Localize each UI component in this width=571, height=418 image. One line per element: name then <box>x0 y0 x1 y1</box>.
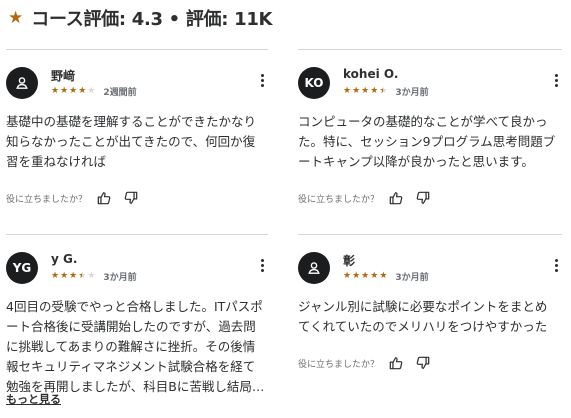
star-icon: ★ <box>69 86 78 96</box>
review-text-line: た。特に、セッション9プログラム思考問題ブ <box>298 134 556 149</box>
star-icon: ★ <box>51 86 60 96</box>
star-rating: ★ ★ ★ ★ ★ <box>51 87 95 96</box>
avatar: YG <box>6 252 38 284</box>
thumbs-up-icon[interactable] <box>387 354 405 372</box>
review-header: KO kohei O. ★ ★ ★ ★ ★ 3か月前 <box>298 67 562 107</box>
review-text: ジャンル別に試験に必要なポイントをまとめ てくれていたのでメリハリをつけやすかった <box>298 297 562 337</box>
star-icon: ★ <box>361 271 370 281</box>
divider <box>6 234 268 235</box>
review-date: 3か月前 <box>395 273 429 283</box>
review-date: 3か月前 <box>103 273 137 283</box>
review-card: 野﨑 ★ ★ ★ ★ ★ 2週間前 基礎中の基礎を理解することができたかなり 知らなかったことが… <box>6 67 268 207</box>
more-options-icon[interactable] <box>550 258 562 272</box>
review-card: 彰 ★ ★ ★ ★ ★ 3か月前 ジャンル別に試験に必要なポイントをまとめ てくれていたのでメリ… <box>298 252 562 372</box>
review-text: 4回目の受験でやっと合格しました。ITパスポ ート合格後に受講開始したのですが、過… <box>6 297 268 397</box>
rating-row: ★ ★ ★ ★ ★ 2週間前 <box>51 85 137 99</box>
review-text: コンピュータの基礎的なことが学べて良かっ た。特に、セッション9プログラム思考問題… <box>298 112 562 172</box>
divider <box>298 234 562 235</box>
show-more-link[interactable]: もっと見る <box>6 391 61 407</box>
star-icon: ★ <box>343 86 352 96</box>
review-date: 3か月前 <box>395 88 429 98</box>
star-icon: ★ <box>370 271 379 281</box>
star-icon: ★ <box>51 271 60 281</box>
star-icon: ★ <box>69 271 78 281</box>
helpful-row: 役に立ちましたか？ <box>298 189 562 207</box>
thumbs-down-icon[interactable] <box>414 354 432 372</box>
review-header: YG y G. ★ ★ ★ ★ ★ 3か月前 <box>6 252 268 292</box>
star-icon: ★ <box>60 271 69 281</box>
helpful-label: 役に立ちましたか？ <box>298 359 380 370</box>
review-card: YG y G. ★ ★ ★ ★ ★ 3か月前 4回目の受験でやっと合格しました。ITパスポ ート合… <box>6 252 268 397</box>
divider <box>298 49 562 50</box>
review-date: 2週間前 <box>103 88 137 98</box>
star-icon: ★ <box>60 86 69 96</box>
star-icon: ★ <box>370 86 379 96</box>
avatar <box>6 67 38 99</box>
star-rating: ★ ★ ★ ★ ★ <box>343 87 387 96</box>
helpful-row: 役に立ちましたか？ <box>298 354 562 372</box>
divider <box>6 49 268 50</box>
star-icon: ★ <box>361 86 370 96</box>
review-text-line: てくれていたのでメリハリをつけやすかった <box>298 319 548 334</box>
review-text-line: 報セキュリティマネジメント試験合格を経て <box>6 359 256 374</box>
review-text-line: 基礎中の基礎を理解することができたかなり <box>6 114 257 129</box>
rating-row: ★ ★ ★ ★ ★ 3か月前 <box>51 270 137 284</box>
star-icon: ★ <box>78 86 87 96</box>
review-text-line: コンピュータの基礎的なことが学べて良かっ <box>298 114 548 129</box>
more-options-icon[interactable] <box>550 73 562 87</box>
course-rating-header: ★ コース評価: 4.3 • 評価: 11K <box>8 7 273 30</box>
helpful-label: 役に立ちましたか？ <box>298 194 380 205</box>
avatar-initials: YG <box>12 261 32 275</box>
star-icon: ★ <box>379 86 388 96</box>
thumbs-up-icon[interactable] <box>387 189 405 207</box>
reviewer-name: 野﨑 <box>51 69 76 83</box>
more-options-icon[interactable] <box>256 73 268 87</box>
review-text-line: 4回目の受験でやっと合格しました。ITパスポ <box>6 299 263 314</box>
review-text-line: 知らなかったことが出てきたので、何回か復 <box>6 134 256 149</box>
avatar: KO <box>298 67 330 99</box>
star-rating: ★ ★ ★ ★ ★ <box>51 272 95 281</box>
star-icon: ★ <box>8 7 24 28</box>
thumbs-up-icon[interactable] <box>95 189 113 207</box>
review-card: KO kohei O. ★ ★ ★ ★ ★ 3か月前 コンピュータの基礎的なことが学べて良かった… <box>298 67 562 207</box>
star-icon: ★ <box>379 271 388 281</box>
more-options-icon[interactable] <box>256 258 268 272</box>
review-text-line: ートキャンプ以降が良かったと思います。 <box>298 154 534 169</box>
helpful-label: 役に立ちましたか？ <box>6 194 88 205</box>
review-text-line: ート合格後に受講開始したのですが、過去問 <box>6 319 256 334</box>
thumbs-down-icon[interactable] <box>122 189 140 207</box>
reviewer-name: 彰 <box>343 254 356 268</box>
review-text-line: 習を重ねなければ <box>6 154 107 169</box>
reviewer-name: kohei O. <box>343 67 399 81</box>
review-text: 基礎中の基礎を理解することができたかなり 知らなかったことが出てきたので、何回か復… <box>6 112 268 172</box>
rating-row: ★ ★ ★ ★ ★ 3か月前 <box>343 85 429 99</box>
star-icon: ★ <box>343 271 352 281</box>
review-header: 野﨑 ★ ★ ★ ★ ★ 2週間前 <box>6 67 268 107</box>
avatar <box>298 252 330 284</box>
avatar-initials: KO <box>304 76 324 90</box>
helpful-row: 役に立ちましたか？ <box>6 189 268 207</box>
star-icon: ★ <box>352 271 361 281</box>
star-icon: ★ <box>87 271 96 281</box>
star-icon: ★ <box>352 86 361 96</box>
thumbs-down-icon[interactable] <box>414 189 432 207</box>
rating-row: ★ ★ ★ ★ ★ 3か月前 <box>343 270 429 284</box>
review-header: 彰 ★ ★ ★ ★ ★ 3か月前 <box>298 252 562 292</box>
reviewer-name: y G. <box>51 252 78 266</box>
star-icon: ★ <box>87 86 96 96</box>
star-rating: ★ ★ ★ ★ ★ <box>343 272 387 281</box>
user-icon <box>14 75 30 91</box>
star-icon: ★ <box>78 271 87 281</box>
review-text-line: ジャンル別に試験に必要なポイントをまとめ <box>298 299 548 314</box>
user-icon <box>306 260 322 276</box>
review-text-line: に挑戦してあまりの難解さに挫折。その後情 <box>6 339 256 354</box>
course-rating-title: コース評価: 4.3 • 評価: 11K <box>31 9 273 30</box>
